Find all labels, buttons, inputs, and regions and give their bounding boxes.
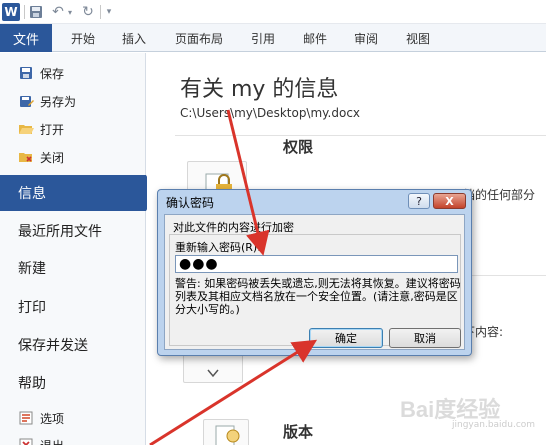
ok-button[interactable]: 确定 bbox=[309, 328, 383, 348]
close-command[interactable]: 关闭 bbox=[0, 143, 146, 171]
save-icon[interactable] bbox=[28, 3, 44, 21]
open-command[interactable]: 打开 bbox=[0, 115, 146, 143]
open-label: 打开 bbox=[40, 122, 65, 137]
warning-text: 警告: 如果密码被丢失或遗忘,则无法将其恢复。建议将密码列表及其相应文档名放在一… bbox=[175, 277, 461, 316]
ribbon-tab-bar: 文件 开始 插入 页面布局 引用 邮件 审阅 视图 bbox=[0, 24, 546, 52]
nav-item-new[interactable]: 新建 bbox=[0, 250, 146, 286]
file-path: C:\Users\my\Desktop\my.docx bbox=[180, 106, 361, 120]
tab-insert[interactable]: 插入 bbox=[122, 24, 146, 52]
word-logo-icon[interactable]: W bbox=[2, 3, 20, 21]
nav-item-info[interactable]: 信息 bbox=[0, 175, 156, 211]
page-title: 有关 my 的信息 bbox=[180, 77, 339, 102]
versions-heading: 版本 bbox=[283, 423, 314, 441]
save-icon bbox=[18, 65, 34, 81]
save-as-label: 另存为 bbox=[40, 94, 77, 109]
toolbar-divider bbox=[24, 5, 25, 19]
nav-item-help[interactable]: 帮助 bbox=[0, 365, 146, 401]
tab-mailings[interactable]: 邮件 bbox=[303, 24, 327, 52]
tab-file[interactable]: 文件 bbox=[0, 24, 52, 52]
close-label: 关闭 bbox=[40, 150, 65, 165]
options-command[interactable]: 选项 bbox=[0, 404, 146, 432]
permissions-description: 档的任何部分 bbox=[463, 188, 536, 202]
tab-home[interactable]: 开始 bbox=[71, 24, 95, 52]
save-command[interactable]: 保存 bbox=[0, 59, 146, 87]
exit-icon bbox=[18, 437, 34, 445]
undo-dropdown-icon[interactable]: ▾ bbox=[66, 3, 74, 21]
save-as-icon bbox=[18, 93, 34, 109]
cancel-button[interactable]: 取消 bbox=[389, 328, 461, 348]
close-button[interactable]: X bbox=[433, 193, 466, 209]
options-icon bbox=[18, 410, 34, 426]
confirm-password-dialog: 确认密码 ? X 对此文件的内容进行加密 重新输入密码(R): ●●● 警告: … bbox=[157, 189, 472, 356]
nav-item-recent[interactable]: 最近所用文件 bbox=[0, 213, 146, 249]
tab-view[interactable]: 视图 bbox=[406, 24, 430, 52]
toolbar-divider bbox=[100, 5, 101, 19]
tab-page-layout[interactable]: 页面布局 bbox=[175, 24, 223, 52]
password-input[interactable]: ●●● bbox=[175, 255, 458, 273]
exit-command[interactable]: 退出 bbox=[0, 431, 146, 445]
customize-toolbar-icon[interactable]: ▾ bbox=[104, 3, 114, 21]
watermark-sub: jingyan.baidu.com bbox=[452, 420, 536, 430]
dialog-body: 对此文件的内容进行加密 重新输入密码(R): ●●● 警告: 如果密码被丢失或遗… bbox=[164, 214, 465, 350]
reenter-password-label: 重新输入密码(R): bbox=[175, 241, 261, 254]
dialog-titlebar[interactable]: 确认密码 ? X bbox=[158, 190, 471, 212]
exit-label: 退出 bbox=[40, 437, 64, 445]
encrypt-group-label: 对此文件的内容进行加密 bbox=[173, 221, 294, 234]
section-divider bbox=[175, 135, 546, 136]
redo-icon[interactable]: ↻ bbox=[80, 3, 96, 21]
quick-access-toolbar: W ↶ ▾ ↻ ▾ bbox=[0, 0, 546, 24]
folder-close-icon bbox=[18, 149, 34, 165]
save-as-command[interactable]: 另存为 bbox=[0, 87, 146, 115]
undo-icon[interactable]: ↶ bbox=[50, 3, 66, 21]
help-button[interactable]: ? bbox=[408, 193, 430, 209]
tab-review[interactable]: 审阅 bbox=[354, 24, 378, 52]
tab-references[interactable]: 引用 bbox=[251, 24, 275, 52]
dialog-title: 确认密码 bbox=[166, 196, 215, 210]
manage-versions-icon[interactable] bbox=[203, 419, 249, 445]
folder-open-icon bbox=[18, 121, 34, 137]
save-label: 保存 bbox=[40, 66, 65, 81]
nav-item-save-send[interactable]: 保存并发送 bbox=[0, 327, 146, 363]
options-label: 选项 bbox=[40, 411, 65, 426]
nav-item-print[interactable]: 打印 bbox=[0, 289, 146, 325]
permissions-heading: 权限 bbox=[283, 138, 314, 156]
backstage-nav: 保存 另存为 打开 关闭 信息 最近所用文件 新建 打印 保存并发送 帮助 选项… bbox=[0, 53, 156, 445]
